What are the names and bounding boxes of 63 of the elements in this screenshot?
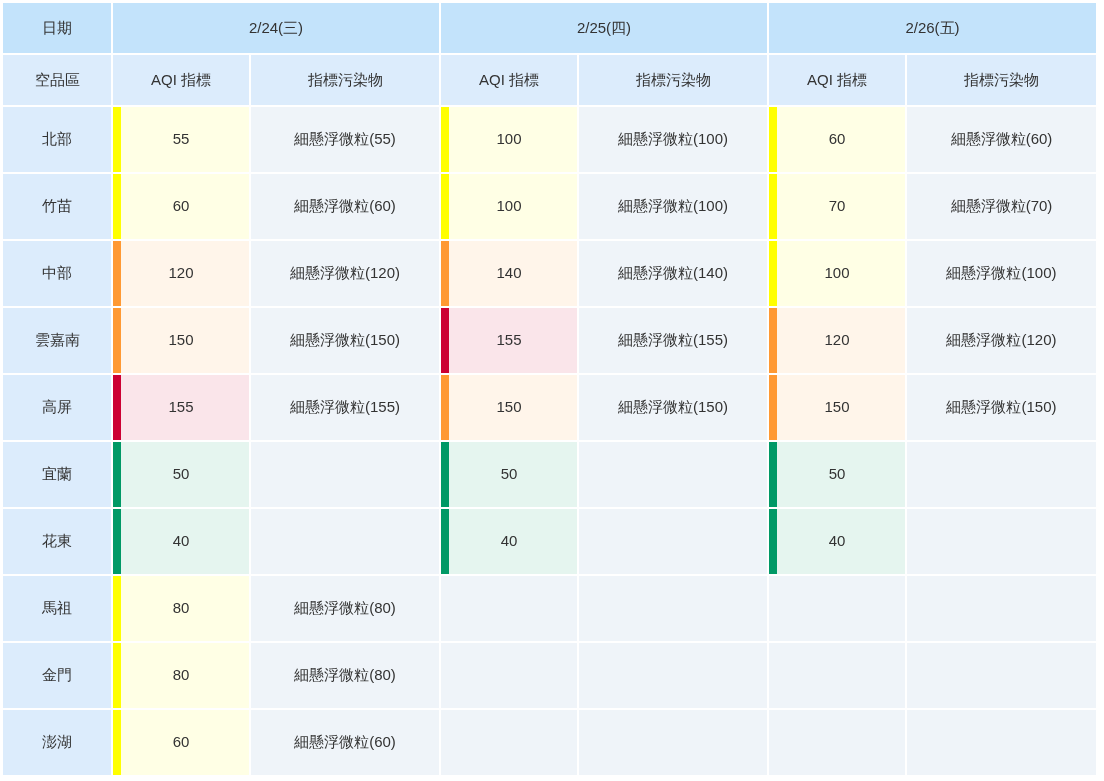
region-header: 空品區 [3,55,111,105]
pollutant-value: 細懸浮微粒(155) [618,330,728,351]
aqi-value: 40 [172,531,190,552]
region-cell: 澎湖 [3,710,111,775]
region-cell: 金門 [3,643,111,708]
pollutant-value: 細懸浮微粒(60) [294,196,396,217]
aqi-header: AQI 指標 [769,55,905,105]
region-cell: 高屏 [3,375,111,440]
pollutant-header: 指標污染物 [907,55,1096,105]
aqi-value: 120 [168,263,194,284]
aqi-value: 55 [172,129,190,150]
pollutant-value: 細懸浮微粒(55) [294,129,396,150]
aqi-value: 50 [172,464,190,485]
pollutant-value: 細懸浮微粒(150) [946,397,1057,418]
aqi-value: 40 [500,531,518,552]
aqi-value: 100 [496,196,522,217]
aqi-value: 100 [824,263,850,284]
aqi-value: 50 [828,464,846,485]
pollutant-value: 細懸浮微粒(155) [290,397,400,418]
aqi-header: AQI 指標 [441,55,577,105]
region-cell: 中部 [3,241,111,306]
aqi-value: 60 [172,196,190,217]
region-cell: 雲嘉南 [3,308,111,373]
pollutant-value: 細懸浮微粒(120) [290,263,400,284]
aqi-value: 40 [828,531,846,552]
aqi-value: 120 [824,330,850,351]
pollutant-value: 細懸浮微粒(100) [618,196,728,217]
aqi-value: 60 [172,732,190,753]
aqi-value: 155 [496,330,522,351]
pollutant-value: 細懸浮微粒(100) [946,263,1057,284]
aqi-header: AQI 指標 [113,55,249,105]
pollutant-value: 細懸浮微粒(80) [294,665,396,686]
aqi-value: 140 [496,263,522,284]
aqi-value: 80 [172,598,190,619]
aqi-value: 50 [500,464,518,485]
pollutant-value: 細懸浮微粒(120) [946,330,1057,351]
region-cell: 馬祖 [3,576,111,641]
region-cell: 花東 [3,509,111,574]
region-cell: 北部 [3,107,111,172]
pollutant-value: 細懸浮微粒(60) [294,732,396,753]
pollutant-value: 細懸浮微粒(70) [950,196,1053,217]
pollutant-header: 指標污染物 [251,55,439,105]
aqi-value: 150 [168,330,194,351]
date-header: 2/26(五) [769,3,1096,53]
pollutant-value: 細懸浮微粒(100) [618,129,728,150]
region-cell: 宜蘭 [3,442,111,507]
aqi-value: 150 [824,397,850,418]
date-header: 2/25(四) [441,3,767,53]
aqi-value: 150 [496,397,522,418]
pollutant-value: 細懸浮微粒(140) [618,263,728,284]
pollutant-header: 指標污染物 [579,55,767,105]
aqi-value: 80 [172,665,190,686]
aqi-value: 155 [168,397,194,418]
aqi-value: 60 [828,129,846,150]
date-header: 日期 [3,3,111,53]
pollutant-value: 細懸浮微粒(80) [294,598,396,619]
pollutant-value: 細懸浮微粒(150) [618,397,728,418]
pollutant-value: 細懸浮微粒(60) [950,129,1053,150]
aqi-value: 100 [496,129,522,150]
aqi-value: 70 [828,196,846,217]
region-cell: 竹苗 [3,174,111,239]
pollutant-value: 細懸浮微粒(150) [290,330,400,351]
date-header: 2/24(三) [113,3,439,53]
